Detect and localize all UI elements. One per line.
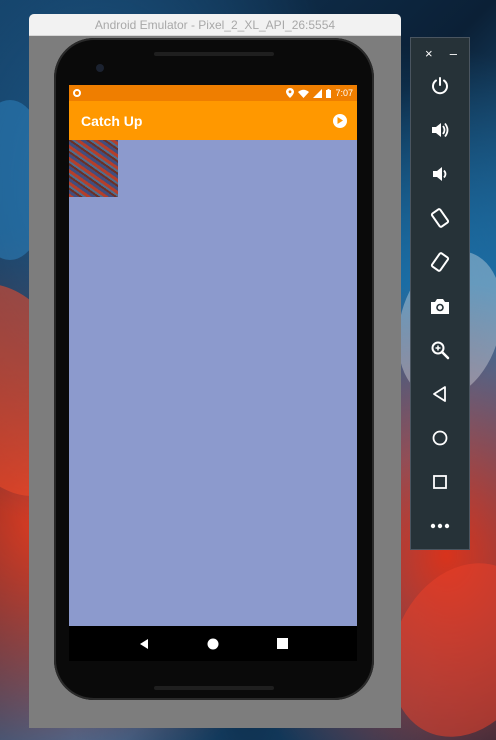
content-area[interactable] xyxy=(69,140,357,626)
emulator-toolbar: × – xyxy=(410,37,470,550)
toolbar-rotate-right-button[interactable] xyxy=(411,240,469,284)
rotate-right-icon xyxy=(430,252,450,272)
camera-icon xyxy=(431,299,449,314)
app-title: Catch Up xyxy=(81,112,143,129)
location-icon xyxy=(286,88,295,98)
signal-icon xyxy=(313,88,323,98)
toolbar-rotate-left-button[interactable] xyxy=(411,196,469,240)
back-icon[interactable] xyxy=(138,638,150,650)
navigation-bar xyxy=(69,626,357,661)
window-titlebar[interactable]: Android Emulator - Pixel_2_XL_API_26:555… xyxy=(29,14,401,36)
power-icon xyxy=(432,77,448,95)
back-icon xyxy=(433,386,446,402)
toolbar-home-button[interactable] xyxy=(411,416,469,460)
device-frame: 7:07 Catch Up xyxy=(54,38,374,700)
toolbar-more-button[interactable] xyxy=(411,504,469,548)
toolbar-zoom-button[interactable] xyxy=(411,328,469,372)
device-screen[interactable]: 7:07 Catch Up xyxy=(69,85,357,661)
play-icon xyxy=(337,117,343,124)
app-bar: Catch Up xyxy=(69,101,357,140)
battery-icon xyxy=(326,88,332,98)
status-time: 7:07 xyxy=(335,88,353,98)
overview-icon xyxy=(433,475,447,489)
toolbar-close-button[interactable]: × xyxy=(425,46,433,64)
zoom-icon xyxy=(431,341,450,360)
emulator-window: Android Emulator - Pixel_2_XL_API_26:555… xyxy=(29,14,401,728)
more-icon xyxy=(430,523,450,529)
notification-icon xyxy=(73,89,81,97)
play-button[interactable] xyxy=(333,113,347,128)
bottom-speaker xyxy=(154,686,274,690)
front-camera xyxy=(96,64,104,72)
toolbar-volume-down-button[interactable] xyxy=(411,152,469,196)
window-title: Android Emulator - Pixel_2_XL_API_26:555… xyxy=(94,17,336,32)
volume-up-icon xyxy=(432,122,449,138)
toolbar-screenshot-button[interactable] xyxy=(411,284,469,328)
home-icon xyxy=(432,430,448,446)
volume-down-icon xyxy=(433,167,447,181)
status-bar: 7:07 xyxy=(69,85,357,101)
image-thumbnail[interactable] xyxy=(69,140,118,197)
overview-icon[interactable] xyxy=(277,638,289,649)
wifi-icon xyxy=(298,89,310,98)
toolbar-overview-button[interactable] xyxy=(411,460,469,504)
toolbar-volume-up-button[interactable] xyxy=(411,108,469,152)
top-speaker xyxy=(154,52,274,56)
toolbar-minimize-button[interactable]: – xyxy=(450,46,457,64)
toolbar-power-button[interactable] xyxy=(411,64,469,108)
home-icon[interactable] xyxy=(207,638,219,650)
toolbar-back-button[interactable] xyxy=(411,372,469,416)
rotate-left-icon xyxy=(430,208,450,228)
